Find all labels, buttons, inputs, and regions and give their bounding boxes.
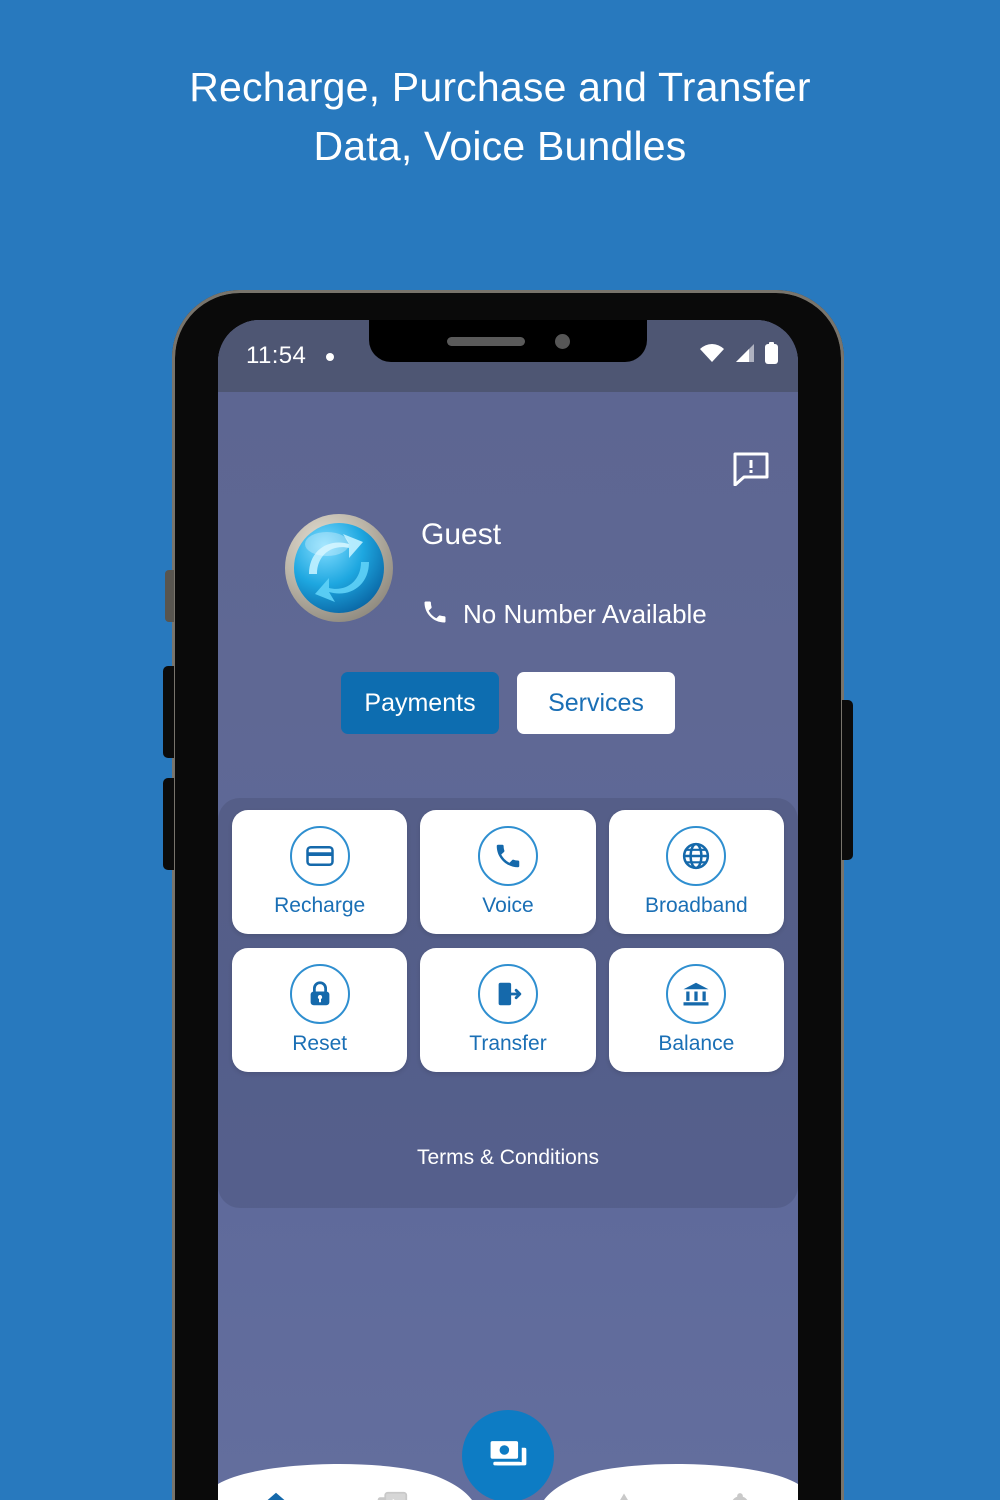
status-bar-time: 11:54 [246, 342, 307, 369]
money-stack-icon [486, 1432, 530, 1481]
terms-and-conditions-link[interactable]: Terms & Conditions [218, 1146, 798, 1170]
tab-bar: Payments Services [218, 672, 798, 734]
phone-mockup: 11:54 Guest No Number Available Payments… [163, 290, 853, 1500]
service-tile-transfer[interactable]: Transfer [420, 948, 596, 1072]
service-tile-voice-label: Voice [482, 894, 534, 917]
earpiece-speaker [446, 336, 525, 346]
bank-icon [666, 964, 727, 1024]
phone-icon [421, 598, 449, 631]
announcement-icon[interactable] [732, 452, 770, 487]
service-tile-balance[interactable]: Balance [608, 948, 784, 1072]
volume-down-button[interactable] [163, 778, 174, 870]
app-logo-avatar[interactable] [283, 512, 395, 624]
lock-icon [289, 964, 350, 1024]
status-bar-icons [699, 342, 778, 369]
status-bar-notification-dot [326, 353, 334, 361]
phone-screen: 11:54 Guest No Number Available Payments… [218, 320, 798, 1500]
warning-icon [606, 1489, 642, 1500]
tab-payments-label: Payments [364, 688, 476, 717]
service-tile-balance-label: Balance [658, 1032, 735, 1055]
service-tile-voice[interactable]: Voice [420, 810, 596, 934]
nav-item-media[interactable] [334, 1454, 450, 1500]
profile-name: Guest [421, 518, 502, 551]
services-grid: Recharge Voice Broadband Reset Transfer … [232, 810, 784, 1072]
globe-icon [666, 826, 727, 886]
service-tile-reset[interactable]: Reset [232, 948, 408, 1072]
tab-payments[interactable]: Payments [341, 672, 499, 734]
silent-switch-button[interactable] [165, 570, 174, 622]
service-tile-recharge[interactable]: Recharge [232, 810, 408, 934]
front-camera [554, 333, 570, 349]
profile-phone-number: No Number Available [463, 599, 707, 629]
fab-payments-button[interactable] [462, 1410, 554, 1500]
phone-notch [369, 320, 647, 362]
promo-headline: Recharge, Purchase and Transfer Data, Vo… [0, 58, 1000, 177]
headline-line-2: Data, Voice Bundles [313, 123, 687, 170]
headline-line-1: Recharge, Purchase and Transfer [189, 64, 811, 110]
media-icon [374, 1489, 410, 1500]
service-tile-reset-label: Reset [292, 1032, 348, 1055]
nav-item-alerts[interactable] [566, 1454, 682, 1500]
cellular-signal-icon [733, 343, 757, 368]
credit-card-icon [289, 826, 350, 886]
home-icon [257, 1488, 295, 1500]
battery-icon [765, 342, 778, 369]
service-tile-transfer-label: Transfer [469, 1032, 547, 1055]
nav-item-home[interactable] [218, 1454, 334, 1500]
phone-transfer-icon [477, 964, 538, 1024]
profile-phone-row: No Number Available [421, 598, 707, 631]
bell-icon [723, 1490, 757, 1500]
service-tile-recharge-label: Recharge [274, 894, 366, 917]
wifi-icon [699, 343, 725, 368]
volume-up-button[interactable] [163, 666, 174, 758]
tab-services[interactable]: Services [517, 672, 675, 734]
phone-call-icon [477, 826, 538, 886]
service-tile-broadband[interactable]: Broadband [608, 810, 784, 934]
power-button[interactable] [842, 700, 853, 860]
tab-services-label: Services [548, 688, 644, 717]
service-tile-broadband-label: Broadband [644, 894, 748, 917]
nav-item-notifications[interactable] [682, 1454, 798, 1500]
